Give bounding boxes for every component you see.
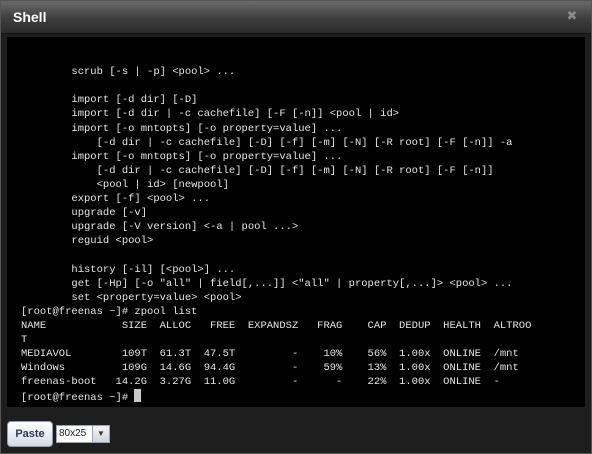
- terminal-line: import [-d dir] [-D]: [21, 94, 198, 107]
- terminal-line: upgrade [-v]: [21, 207, 148, 220]
- terminal-line: import [-o mntopts] [-o property=value] …: [21, 150, 343, 163]
- terminal-line: NAME SIZE ALLOC FREE EXPANDSZ FRAG CAP D…: [21, 319, 532, 332]
- terminal-cursor: [134, 389, 142, 403]
- terminal-screen[interactable]: scrub [-s | -p] <pool> ... import [-d di…: [7, 37, 585, 407]
- title-bar[interactable]: Shell ✖: [1, 1, 591, 34]
- terminal-line: [-d dir | -c cachefile] [-D] [-f] [-m] […: [21, 164, 494, 177]
- window-title: Shell: [13, 9, 47, 25]
- terminal-line: export [-f] <pool> ...: [21, 193, 211, 206]
- terminal-line: set <property=value> <pool>: [21, 291, 242, 304]
- terminal-line: [-d dir | -c cachefile] [-D] [-f] [-m] […: [21, 136, 513, 149]
- terminal-line: get [-Hp] [-o "all" | field[,...]] <"all…: [21, 277, 513, 290]
- terminal-line: [root@freenas ~]# zpool list: [21, 305, 198, 318]
- terminal-line: import [-o mntopts] [-o property=value] …: [21, 122, 343, 135]
- terminal-prompt: [root@freenas ~]#: [21, 392, 135, 405]
- terminal-size-value: 80x25: [59, 428, 87, 439]
- chevron-down-icon[interactable]: ▼: [92, 426, 109, 442]
- terminal-line: import [-d dir | -c cachefile] [-F [-n]]…: [21, 108, 400, 121]
- terminal-line: reguid <pool>: [21, 235, 154, 248]
- shell-window: Shell ✖ scrub [-s | -p] <pool> ... impor…: [0, 0, 592, 454]
- terminal-line: history [-il] [<pool>] ...: [21, 263, 236, 276]
- terminal-size-select[interactable]: 80x25 ▼: [56, 425, 110, 443]
- terminal-line: Windows 109G 14.6G 94.4G - 59% 13% 1.00x…: [21, 362, 519, 375]
- terminal-prompt-line: [root@freenas ~]#: [21, 389, 585, 405]
- terminal-line: scrub [-s | -p] <pool> ...: [21, 66, 236, 79]
- paste-button[interactable]: Paste: [7, 421, 53, 447]
- terminal-line: upgrade [-V version] <-a | pool ...>: [21, 221, 299, 234]
- terminal-line: T: [21, 333, 28, 346]
- close-icon[interactable]: ✖: [565, 9, 579, 23]
- terminal-output: scrub [-s | -p] <pool> ... import [-d di…: [7, 37, 585, 405]
- terminal-line: <pool | id> [newpool]: [21, 178, 229, 191]
- bottom-toolbar: Paste 80x25 ▼: [1, 407, 591, 453]
- terminal-line: freenas-boot 14.2G 3.27G 11.0G - - 22% 1…: [21, 376, 500, 389]
- terminal-line: MEDIAVOL 109T 61.3T 47.5T - 10% 56% 1.00…: [21, 348, 519, 361]
